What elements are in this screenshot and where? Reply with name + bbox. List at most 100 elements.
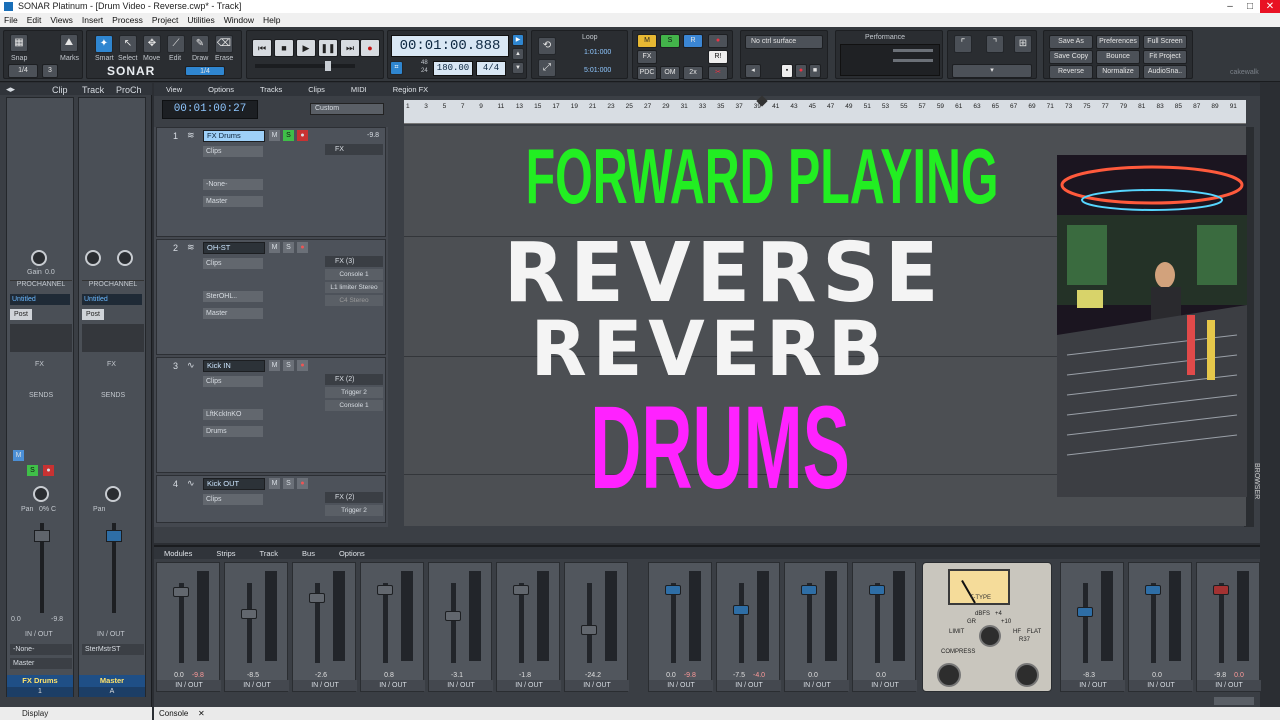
strip-io-label[interactable]: IN / OUT <box>497 680 561 691</box>
track-4-mute-icon[interactable]: M <box>269 478 280 489</box>
menu-window[interactable]: Window <box>224 15 254 25</box>
console-tab[interactable]: Console <box>159 707 188 720</box>
track-1-mute-icon[interactable]: M <box>269 130 280 141</box>
menu-process[interactable]: Process <box>112 15 143 25</box>
track-2-fx-bin[interactable]: FX (3) <box>325 256 383 267</box>
track-2-fx-1[interactable]: Console 1 <box>325 269 383 280</box>
edit-select-dropdown[interactable]: ▾ <box>952 64 1032 78</box>
strip-volume-value[interactable]: -24.2 <box>585 672 601 679</box>
time-up-icon[interactable]: ▲ <box>512 48 524 60</box>
smart-tool-icon[interactable]: ✦ <box>95 35 113 53</box>
prochannel-preset[interactable]: Untitled <box>10 294 70 305</box>
strip-io-label[interactable]: IN / OUT <box>565 680 629 691</box>
record-icon[interactable]: ● <box>360 39 380 57</box>
track-4-fx-bin[interactable]: FX (2) <box>325 492 383 503</box>
inspector-output-select[interactable]: Master <box>10 658 72 669</box>
time-down-icon[interactable]: ▼ <box>512 62 524 74</box>
menu-project[interactable]: Project <box>152 15 178 25</box>
strip-fader-knob[interactable] <box>513 585 529 595</box>
workspace-select[interactable]: Custom <box>310 103 384 115</box>
tempo-display[interactable]: 180.00 <box>433 61 473 76</box>
surface-stop-icon[interactable]: ■ <box>809 64 821 78</box>
gain-knob-right[interactable] <box>85 250 101 266</box>
solo-all-button[interactable]: S <box>660 34 680 48</box>
strip-io-label[interactable]: IN / OUT <box>157 680 221 691</box>
console-menu-track[interactable]: Track <box>260 549 278 558</box>
save-copy-button[interactable]: Save Copy <box>1049 50 1093 64</box>
menu-views[interactable]: Views <box>50 15 73 25</box>
track-2-lane-select[interactable]: Clips <box>203 258 263 269</box>
pan-knob-master[interactable] <box>105 486 121 502</box>
track-2-output-select[interactable]: Master <box>203 308 263 319</box>
console-tab-close-icon[interactable]: ✕ <box>198 707 205 720</box>
loop-toggle-icon[interactable]: ⟲ <box>538 37 556 55</box>
inspector-track-name[interactable]: FX Drums <box>7 675 73 687</box>
meter-display[interactable]: 4/4 <box>476 61 506 76</box>
menu-region-fx[interactable]: Region FX <box>393 85 428 94</box>
track-arm-button[interactable]: ● <box>43 465 54 476</box>
console-scrollbar[interactable] <box>1214 697 1254 705</box>
strip-fader-knob[interactable] <box>173 587 189 597</box>
track-3-solo-icon[interactable]: S <box>283 360 294 371</box>
strip-io-label[interactable]: IN / OUT <box>1129 680 1193 691</box>
console-menu-modules[interactable]: Modules <box>164 549 192 558</box>
select-tool-icon[interactable]: ↖ <box>119 35 137 53</box>
track-3-mute-icon[interactable]: M <box>269 360 280 371</box>
strip-io-label[interactable]: IN / OUT <box>853 680 917 691</box>
maximize-button[interactable]: □ <box>1240 0 1260 13</box>
track-3-fx-2[interactable]: Console 1 <box>325 400 383 411</box>
prochannel-post-button[interactable]: Post <box>10 309 32 320</box>
tab-clip[interactable]: Clip <box>52 85 68 95</box>
plugin-gain-knob[interactable] <box>979 625 1001 647</box>
track-2-fx-3[interactable]: C4 Stereo <box>325 295 383 306</box>
save-as-button[interactable]: Save As <box>1049 35 1093 49</box>
strip-volume-value[interactable]: -3.1 <box>451 672 463 679</box>
menu-clips[interactable]: Clips <box>308 85 325 94</box>
strip-fader-knob[interactable] <box>377 585 393 595</box>
strip-io-label[interactable]: IN / OUT <box>785 680 849 691</box>
menu-insert[interactable]: Insert <box>82 15 103 25</box>
track-3-arm-icon[interactable]: ● <box>297 360 308 371</box>
strip-volume-value[interactable]: -7.5 <box>733 672 745 679</box>
track-solo-button[interactable]: S <box>27 465 38 476</box>
menu-view[interactable]: View <box>166 85 182 94</box>
strip-fader-knob[interactable] <box>1145 585 1161 595</box>
track-3-lane-select[interactable]: Clips <box>203 376 263 387</box>
strip-volume-value[interactable]: 0.0 <box>1152 672 1162 679</box>
menu-options[interactable]: Options <box>208 85 234 94</box>
track-4-lane-select[interactable]: Clips <box>203 494 263 505</box>
track-2-fx-2[interactable]: L1 limiter Stereo <box>325 282 383 293</box>
strip-fader-knob[interactable] <box>1077 607 1093 617</box>
track-4-fx-1[interactable]: Trigger 2 <box>325 505 383 516</box>
track-3-output-select[interactable]: Drums <box>203 426 263 437</box>
track-1-arm-icon[interactable]: ● <box>297 130 308 141</box>
strip-fader-knob[interactable] <box>581 625 597 635</box>
menu-help[interactable]: Help <box>263 15 280 25</box>
prochannel-post-button-right[interactable]: Post <box>82 309 104 320</box>
erase-tool-icon[interactable]: ⌫ <box>215 35 233 53</box>
strip-volume-value[interactable]: 0.0 <box>174 672 184 679</box>
snap-value-select[interactable]: 1/4 <box>8 64 38 78</box>
strip-fader-knob[interactable] <box>665 585 681 595</box>
console-menu-options[interactable]: Options <box>339 549 365 558</box>
strip-fader-knob[interactable] <box>309 593 325 603</box>
time-format-icon[interactable]: ⌗ <box>390 61 403 75</box>
minimize-button[interactable]: – <box>1220 0 1240 13</box>
position-slider[interactable] <box>255 61 355 71</box>
tab-prochannel[interactable]: ProCh <box>116 85 142 95</box>
display-tab[interactable]: Display <box>0 707 152 720</box>
strip-fader-knob[interactable] <box>869 585 885 595</box>
track-3-name[interactable]: Kick IN <box>203 360 265 372</box>
stop-icon[interactable]: ■ <box>274 39 294 57</box>
strip-io-label[interactable]: IN / OUT <box>1197 680 1261 691</box>
play-icon[interactable]: ▶ <box>296 39 316 57</box>
track-4[interactable]: 4 ∿ Kick OUT M S ● Clips FX (2) Trigger … <box>156 475 386 523</box>
now-time-display[interactable]: 00:01:00.888 <box>391 35 509 57</box>
reverse-button[interactable]: Reverse <box>1049 65 1093 79</box>
om-button[interactable]: OM <box>660 66 680 80</box>
strip-io-label[interactable]: IN / OUT <box>717 680 781 691</box>
strip-fader-knob[interactable] <box>241 609 257 619</box>
track-2-mute-icon[interactable]: M <box>269 242 280 253</box>
position-slider-thumb[interactable] <box>325 61 331 71</box>
plugin-input-knob[interactable] <box>937 663 961 687</box>
